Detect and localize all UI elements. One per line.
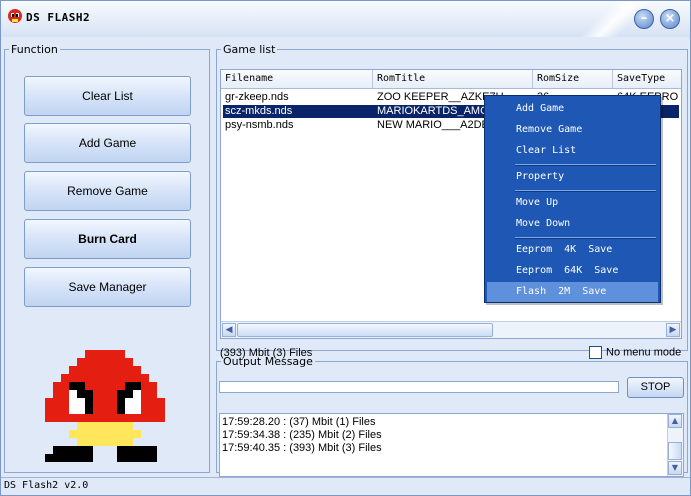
cell-filename: scz-mkds.nds xyxy=(225,105,293,117)
output-legend: Output Message xyxy=(223,355,313,368)
output-panel: Output Message STOP 17:59:28.20 : (37) M… xyxy=(216,355,688,477)
menu-item-move-down[interactable]: Move Down xyxy=(487,214,658,234)
status-bar: DS Flash2 v2.0 xyxy=(1,477,690,496)
clear-list-button[interactable]: Clear List xyxy=(24,76,191,116)
menu-item-clear-list[interactable]: Clear List xyxy=(487,141,658,161)
function-legend: Function xyxy=(11,43,58,56)
save-manager-button[interactable]: Save Manager xyxy=(24,267,191,307)
menu-separator xyxy=(515,164,656,166)
menu-item-flash-2m-save[interactable]: Flash 2M Save xyxy=(487,282,658,302)
scroll-down-icon[interactable]: ▼ xyxy=(668,461,682,475)
scroll-thumb[interactable] xyxy=(237,323,493,337)
version-text: DS Flash2 v2.0 xyxy=(4,480,89,491)
context-menu: Add Game Remove Game Clear List Property… xyxy=(484,95,661,303)
horizontal-scrollbar[interactable]: ◀ ▶ xyxy=(221,321,681,338)
menu-item-add-game[interactable]: Add Game xyxy=(487,99,658,119)
log-line: 17:59:34.38 : (235) Mbit (2) Files xyxy=(222,429,382,441)
app-logo-icon xyxy=(8,9,22,23)
add-game-button[interactable]: Add Game xyxy=(24,123,191,163)
menu-item-property[interactable]: Property xyxy=(487,167,658,187)
menu-separator xyxy=(515,237,656,239)
menu-item-remove-game[interactable]: Remove Game xyxy=(487,120,658,140)
output-log[interactable]: 17:59:28.20 : (37) Mbit (1) Files 17:59:… xyxy=(219,413,684,477)
window-title: DS FLASH2 xyxy=(26,11,91,24)
column-header-filename[interactable]: Filename xyxy=(221,70,373,88)
log-line: 17:59:40.35 : (393) Mbit (3) Files xyxy=(222,442,382,454)
vertical-scrollbar[interactable]: ▲ ▼ xyxy=(667,414,683,476)
scroll-thumb[interactable] xyxy=(668,442,682,460)
column-header-savetype[interactable]: SaveType xyxy=(613,70,681,88)
title-bar[interactable]: DS FLASH2 – × xyxy=(1,1,691,37)
scroll-right-icon[interactable]: ▶ xyxy=(666,323,680,337)
cell-filename: psy-nsmb.nds xyxy=(225,119,294,131)
progress-bar xyxy=(219,381,619,393)
remove-game-button[interactable]: Remove Game xyxy=(24,171,191,211)
close-button[interactable]: × xyxy=(660,9,680,29)
column-header-romtitle[interactable]: RomTitle xyxy=(373,70,533,88)
burn-card-button[interactable]: Burn Card xyxy=(24,219,191,259)
scroll-left-icon[interactable]: ◀ xyxy=(222,323,236,337)
menu-item-eeprom-4k-save[interactable]: Eeprom 4K Save xyxy=(487,240,658,260)
column-header-romsize[interactable]: RomSize xyxy=(533,70,613,88)
game-list-legend: Game list xyxy=(223,43,276,56)
stop-button[interactable]: STOP xyxy=(627,377,684,398)
menu-separator xyxy=(515,190,656,192)
table-header: Filename RomTitle RomSize SaveType xyxy=(221,70,681,89)
cell-filename: gr-zkeep.nds xyxy=(225,91,289,103)
menu-item-move-up[interactable]: Move Up xyxy=(487,193,658,213)
scroll-up-icon[interactable]: ▲ xyxy=(668,414,682,428)
menu-item-eeprom-64k-save[interactable]: Eeprom 64K Save xyxy=(487,261,658,281)
minimize-button[interactable]: – xyxy=(634,9,654,29)
main-window: DS FLASH2 – × Function Clear List Add Ga… xyxy=(0,0,691,496)
goomba-mascot-image xyxy=(45,350,165,462)
log-line: 17:59:28.20 : (37) Mbit (1) Files xyxy=(222,416,376,428)
